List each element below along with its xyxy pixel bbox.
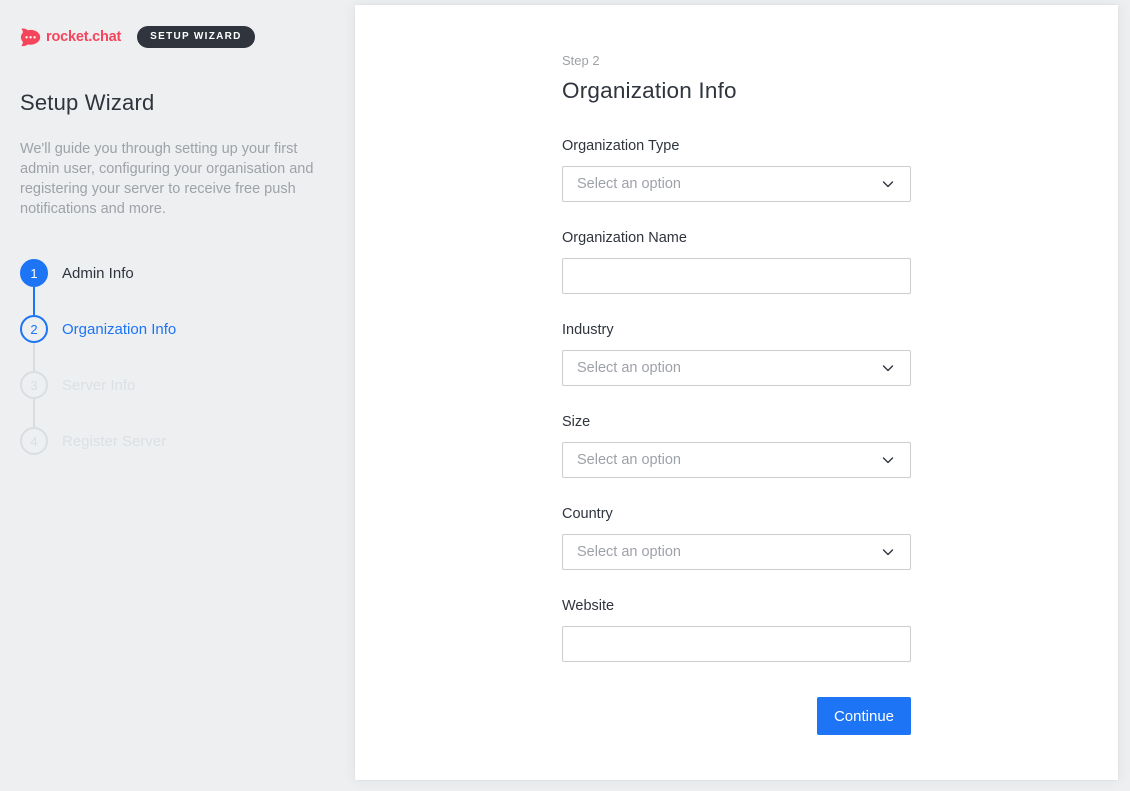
field-industry: Industry Select an option	[562, 320, 911, 386]
select-placeholder: Select an option	[577, 544, 880, 560]
organization-info-form: Step 2 Organization Info Organization Ty…	[562, 5, 911, 735]
chevron-down-icon	[880, 452, 896, 468]
field-country: Country Select an option	[562, 504, 911, 570]
setup-wizard-badge: SETUP WIZARD	[137, 26, 255, 48]
step-item-organization-info: 2 Organization Info	[20, 315, 335, 343]
organization-type-label: Organization Type	[562, 136, 911, 156]
select-placeholder: Select an option	[577, 452, 880, 468]
step-number-badge: 2	[20, 315, 48, 343]
country-select[interactable]: Select an option	[562, 534, 911, 570]
field-website: Website	[562, 596, 911, 662]
organization-name-label: Organization Name	[562, 228, 911, 248]
rocketchat-logo-icon	[20, 28, 41, 47]
step-item-register-server: 4 Register Server	[20, 427, 335, 455]
step-item-server-info: 3 Server Info	[20, 371, 335, 399]
industry-label: Industry	[562, 320, 911, 340]
step-label: Organization Info	[62, 321, 176, 338]
step-item-admin-info: 1 Admin Info	[20, 259, 335, 287]
field-organization-type: Organization Type Select an option	[562, 136, 911, 202]
chevron-down-icon	[880, 360, 896, 376]
step-number-badge: 3	[20, 371, 48, 399]
organization-type-select[interactable]: Select an option	[562, 166, 911, 202]
sidebar-description: We'll guide you through setting up your …	[20, 139, 328, 219]
chevron-down-icon	[880, 176, 896, 192]
step-number-badge: 4	[20, 427, 48, 455]
step-number-badge: 1	[20, 259, 48, 287]
website-input[interactable]	[562, 626, 911, 662]
rocketchat-logo-wordmark: rocket.chat	[46, 29, 121, 45]
rocketchat-logo: rocket.chat	[20, 28, 121, 47]
step-label: Server Info	[62, 377, 135, 394]
website-label: Website	[562, 596, 911, 616]
form-title: Organization Info	[562, 76, 911, 106]
select-placeholder: Select an option	[577, 176, 880, 192]
organization-info-panel: Step 2 Organization Info Organization Ty…	[355, 5, 1118, 780]
continue-button[interactable]: Continue	[817, 697, 911, 735]
organization-name-input[interactable]	[562, 258, 911, 294]
size-select[interactable]: Select an option	[562, 442, 911, 478]
industry-select[interactable]: Select an option	[562, 350, 911, 386]
step-label: Admin Info	[62, 265, 134, 282]
setup-wizard-sidebar: rocket.chat SETUP WIZARD Setup Wizard We…	[0, 0, 355, 791]
select-placeholder: Select an option	[577, 360, 880, 376]
chevron-down-icon	[880, 544, 896, 560]
step-indicator: Step 2	[562, 53, 911, 69]
form-actions: Continue	[562, 697, 911, 735]
sidebar-title: Setup Wizard	[20, 90, 335, 116]
field-size: Size Select an option	[562, 412, 911, 478]
size-label: Size	[562, 412, 911, 432]
field-organization-name: Organization Name	[562, 228, 911, 294]
wizard-steps-list: 1 Admin Info 2 Organization Info 3 Serve…	[20, 259, 335, 455]
country-label: Country	[562, 504, 911, 524]
brand-row: rocket.chat SETUP WIZARD	[20, 27, 335, 47]
step-label: Register Server	[62, 433, 166, 450]
